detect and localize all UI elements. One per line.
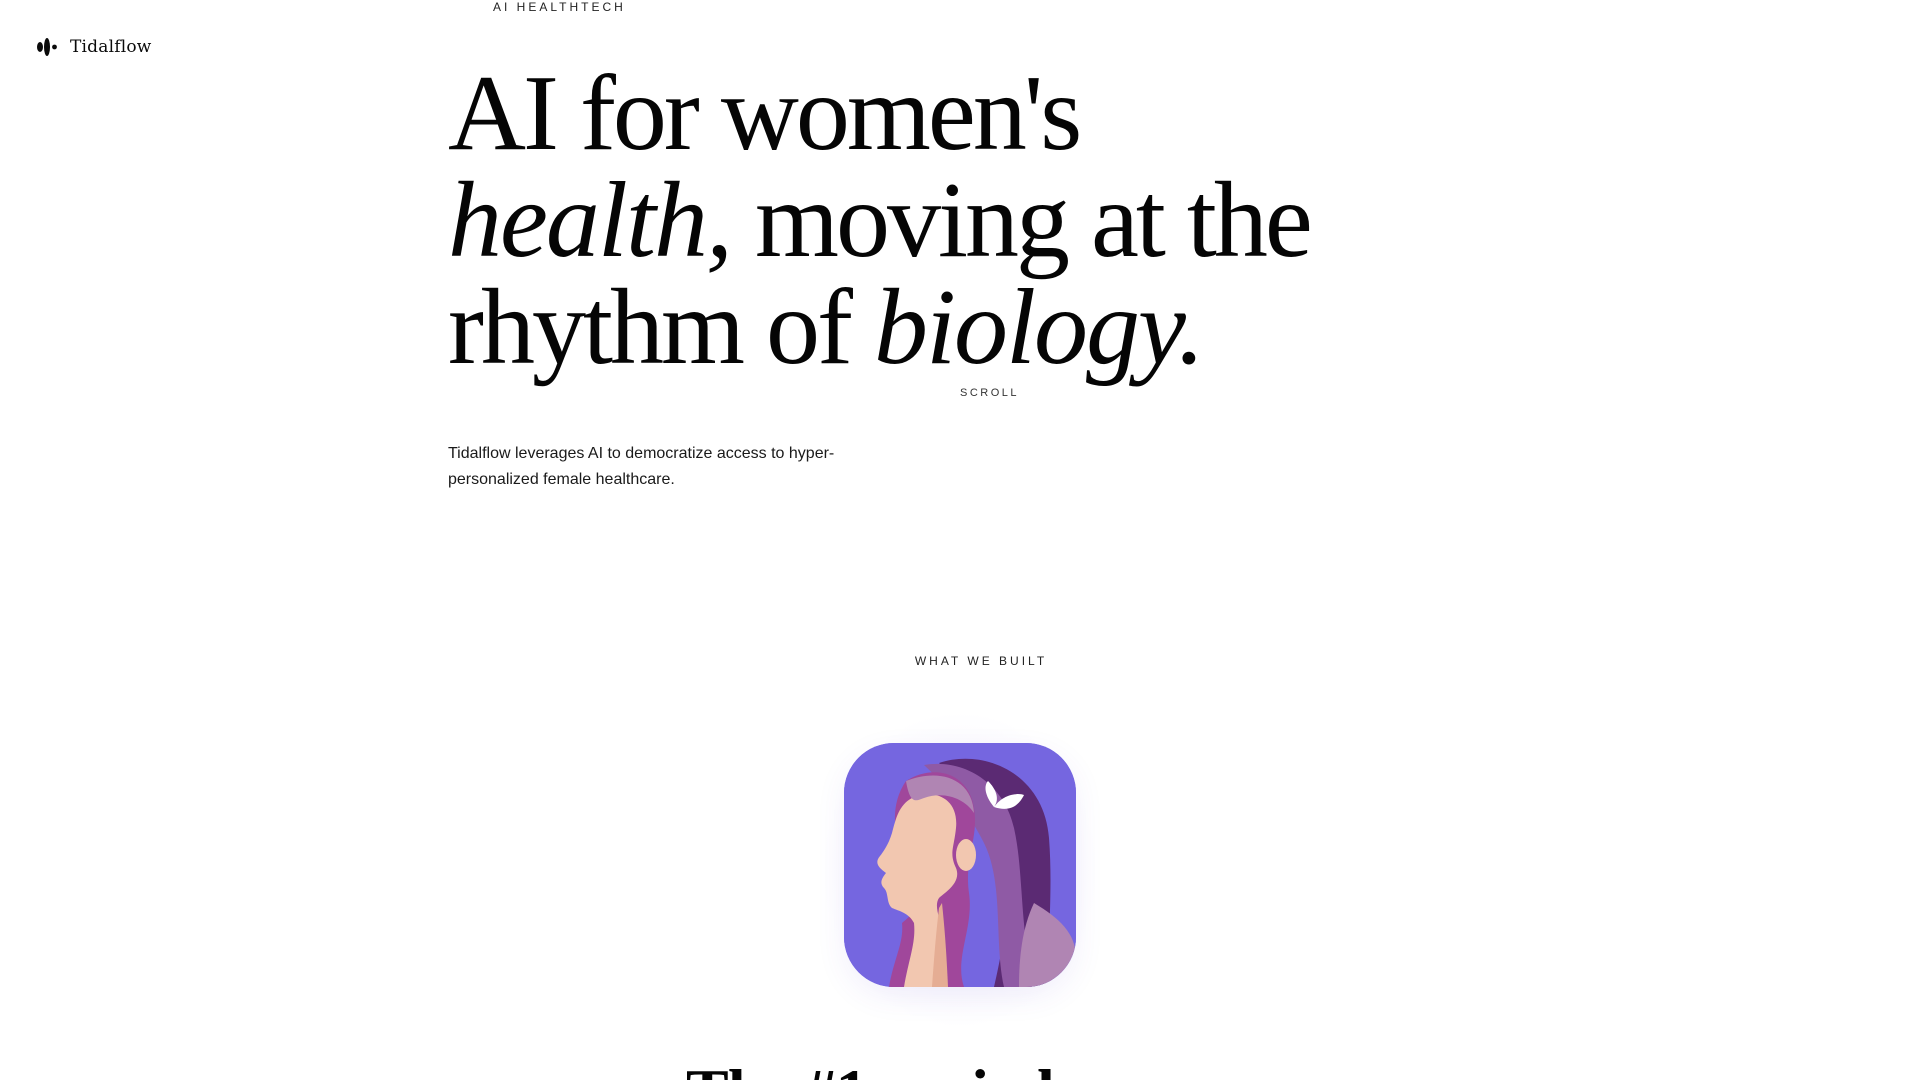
woman-profile-illustration <box>844 743 1076 987</box>
hero-title-line-2: health, moving at the <box>448 167 1313 275</box>
sound-wave-icon <box>37 38 57 56</box>
hero-title-biology: biology. <box>873 268 1205 387</box>
woman-profile-app-icon <box>844 743 1076 987</box>
brand-name: Tidalflow <box>70 37 152 57</box>
scroll-indicator[interactable]: SCROLL <box>960 387 1019 399</box>
hero-title-health: health, <box>448 161 733 280</box>
section-eyebrow: WHAT WE BUILT <box>914 654 1048 668</box>
hero-title: AI for women's health, moving at the rhy… <box>448 54 1313 382</box>
hero-title-line-3: rhythm of biology. <box>448 274 1310 382</box>
hero-eyebrow: AI HEALTHTECH <box>493 0 626 14</box>
hero-title-line-3-start: rhythm of <box>448 268 874 387</box>
hero-title-line-1: AI for women's <box>448 54 1082 173</box>
hero-title-line-2-rest: moving at the <box>730 161 1313 280</box>
brand-logo[interactable]: Tidalflow <box>36 36 152 58</box>
hero-description: Tidalflow leverages AI to democratize ac… <box>448 445 835 488</box>
app-icon-showcase <box>760 700 1160 1040</box>
next-section-heading: The #1 period <box>686 1060 1054 1080</box>
